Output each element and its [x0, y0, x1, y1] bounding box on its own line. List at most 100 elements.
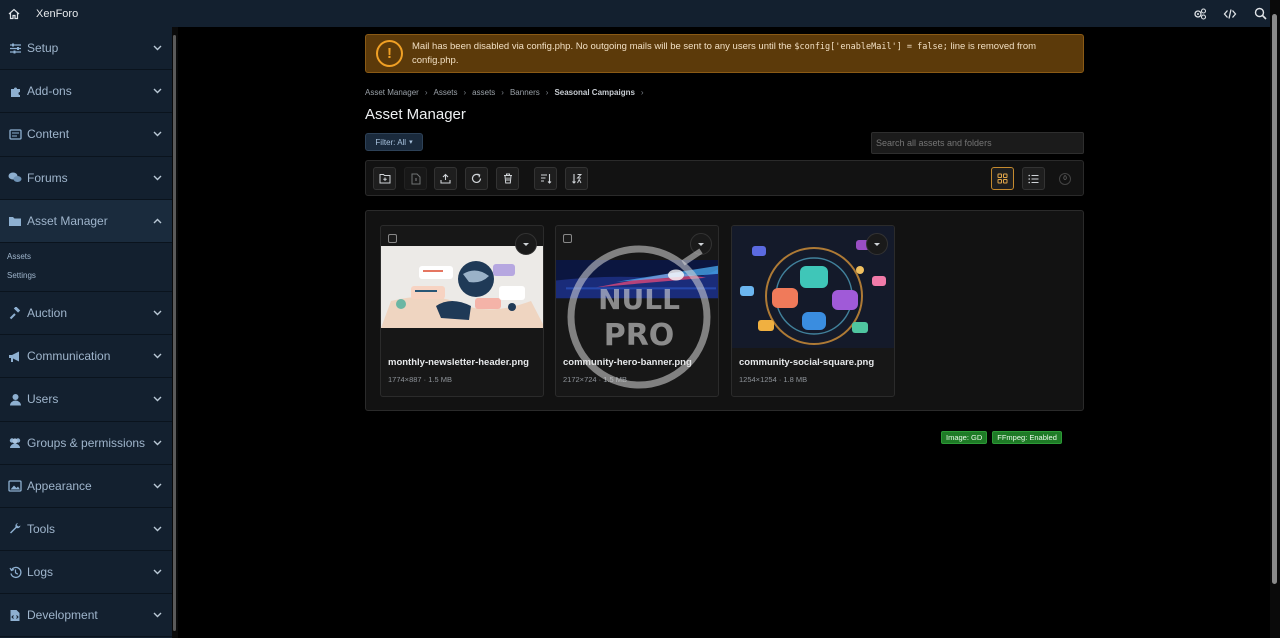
sidebar-item-label: Communication — [27, 349, 111, 364]
asset-thumbnail[interactable] — [381, 246, 544, 328]
sidebar-scrollbar[interactable] — [172, 27, 178, 638]
admin-sidebar: Setup Add-ons Content Forums Asset Manag… — [0, 27, 172, 638]
caret-down-icon — [523, 242, 529, 246]
asset-card[interactable]: community-hero-banner.png 2172×724 · 1.5… — [555, 225, 719, 397]
notice-message: Mail has been disabled via config.php. N… — [412, 40, 1037, 66]
sidebar-item-asset-manager[interactable]: Asset Manager — [0, 199, 172, 243]
asset-card[interactable]: monthly-newsletter-header.png 1774×887 ·… — [380, 225, 544, 397]
grid-icon — [997, 173, 1009, 185]
trash-icon — [502, 173, 514, 185]
chevron-down-icon — [152, 43, 162, 53]
grid-view-button[interactable] — [991, 167, 1014, 190]
asset-name[interactable]: community-hero-banner.png — [563, 357, 692, 368]
sidebar-scrollbar-thumb[interactable] — [173, 35, 176, 631]
sidebar-item-label: Setup — [27, 41, 59, 56]
asset-checkbox[interactable] — [563, 234, 572, 243]
status-badge-ffmpeg: FFmpeg: Enabled — [992, 431, 1062, 444]
sidebar-item-appearance[interactable]: Appearance — [0, 465, 172, 508]
home-icon[interactable] — [0, 0, 27, 27]
asset-name[interactable]: monthly-newsletter-header.png — [388, 357, 529, 368]
search-icon[interactable] — [1252, 6, 1268, 22]
sidebar-item-forums[interactable]: Forums — [0, 157, 172, 200]
warning-icon: ! — [376, 40, 403, 67]
sidebar-submenu: Assets Settings — [0, 242, 172, 292]
chevron-down-icon — [152, 86, 162, 96]
breadcrumb-item[interactable]: Asset Manager — [365, 88, 419, 97]
sort-alpha-icon — [571, 173, 583, 185]
sidebar-item-auction[interactable]: Auction — [0, 292, 172, 336]
asset-menu-button[interactable] — [515, 233, 537, 255]
chevron-down-icon — [152, 481, 162, 491]
history-icon — [8, 565, 22, 579]
selected-count-badge: 0 — [1059, 173, 1071, 185]
asset-menu-button[interactable] — [866, 233, 888, 255]
gavel-icon — [8, 306, 22, 320]
sidebar-item-content[interactable]: Content — [0, 113, 172, 157]
content-icon — [8, 127, 22, 141]
sidebar-item-label: Development — [27, 608, 98, 623]
archive-button[interactable] — [404, 167, 427, 190]
list-view-button[interactable] — [1022, 167, 1045, 190]
new-folder-button[interactable] — [373, 167, 396, 190]
sidebar-item-label: Auction — [27, 306, 68, 321]
sidebar-item-label: Forums — [27, 170, 68, 185]
chevron-down-icon — [152, 567, 162, 577]
page-title: Asset Manager — [365, 106, 466, 123]
breadcrumb-item[interactable]: assets — [472, 88, 495, 97]
asset-toolbar: 0 — [365, 160, 1084, 196]
sidebar-item-groups-permissions[interactable]: Groups & permissions — [0, 422, 172, 465]
sidebar-item-tools[interactable]: Tools — [0, 508, 172, 552]
asset-checkbox[interactable] — [388, 234, 397, 243]
sidebar-item-logs[interactable]: Logs — [0, 551, 172, 595]
chevron-down-icon — [152, 173, 162, 183]
sidebar-item-communication[interactable]: Communication — [0, 335, 172, 379]
breadcrumb-item-current[interactable]: Seasonal Campaigns — [554, 88, 634, 97]
top-bar: XenForo — [0, 0, 1280, 27]
sidebar-item-add-ons[interactable]: Add-ons — [0, 70, 172, 114]
brand-link[interactable]: XenForo — [36, 8, 78, 20]
chevron-down-icon — [152, 129, 162, 139]
list-icon — [1028, 173, 1040, 185]
page-scrollbar-thumb[interactable] — [1272, 14, 1277, 584]
asset-grid: monthly-newsletter-header.png 1774×887 ·… — [365, 210, 1084, 411]
asset-card[interactable]: community-social-square.png 1254×1254 · … — [731, 225, 895, 397]
sort-order-button[interactable] — [534, 167, 557, 190]
sort-alpha-button[interactable] — [565, 167, 588, 190]
caret-down-icon — [874, 242, 880, 246]
breadcrumb-separator-icon: › — [463, 88, 467, 97]
code-icon[interactable] — [1222, 6, 1238, 22]
asset-name[interactable]: community-social-square.png — [739, 357, 874, 368]
sidebar-item-users[interactable]: Users — [0, 378, 172, 422]
chevron-up-icon — [152, 216, 162, 226]
user-icon — [8, 392, 22, 406]
asset-search-input[interactable] — [871, 132, 1084, 154]
delete-button[interactable] — [496, 167, 519, 190]
sidebar-subitem-assets[interactable]: Assets — [0, 247, 172, 266]
filter-dropdown[interactable]: Filter: All ▾ — [365, 133, 423, 151]
sidebar-item-label: Users — [27, 392, 59, 407]
status-badge-image: Image: GD — [941, 431, 988, 444]
comments-icon — [8, 171, 22, 185]
folder-icon — [8, 214, 22, 228]
sidebar-subitem-settings[interactable]: Settings — [0, 266, 172, 285]
notice-code: $config['enableMail'] = false; — [794, 41, 948, 52]
upload-button[interactable] — [434, 167, 457, 190]
asset-meta: 1774×887 · 1.5 MB — [388, 375, 453, 384]
settings-cogs-icon[interactable] — [1192, 6, 1208, 22]
sidebar-item-label: Tools — [27, 521, 56, 536]
sidebar-item-setup[interactable]: Setup — [0, 27, 172, 71]
refresh-button[interactable] — [465, 167, 488, 190]
asset-menu-button[interactable] — [690, 233, 712, 255]
sidebar-item-development[interactable]: Development — [0, 594, 172, 638]
chevron-down-icon — [152, 351, 162, 361]
file-zip-icon — [410, 173, 422, 185]
breadcrumb-item[interactable]: Assets — [433, 88, 457, 97]
puzzle-icon — [8, 84, 22, 98]
breadcrumb-item[interactable]: Banners — [510, 88, 540, 97]
caret-down-icon: ▾ — [409, 139, 413, 146]
chevron-down-icon — [152, 394, 162, 404]
page-scrollbar[interactable] — [1270, 0, 1280, 638]
wrench-icon — [8, 522, 22, 536]
chevron-down-icon — [152, 438, 162, 448]
asset-thumbnail[interactable] — [556, 260, 719, 316]
